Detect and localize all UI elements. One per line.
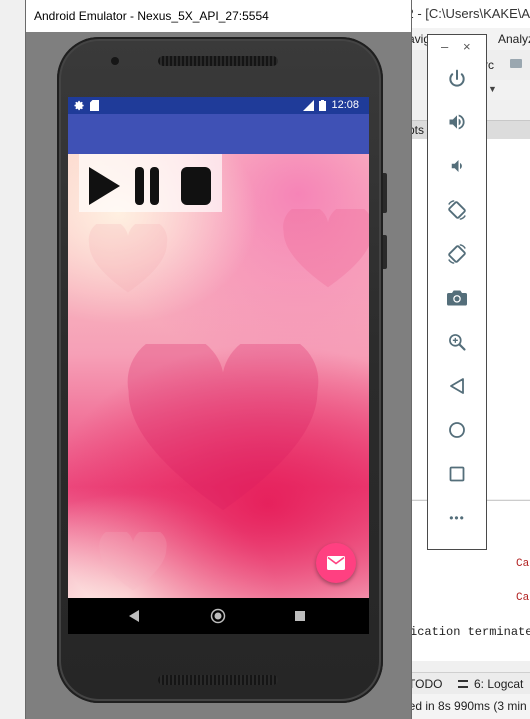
zoom-button[interactable] — [437, 324, 477, 360]
clock: 12:08 — [331, 99, 359, 111]
rotate-right-icon — [448, 244, 466, 264]
background-heart-icon — [88, 224, 168, 293]
background-heart-icon — [99, 532, 167, 591]
ide-tool-tabs: TODO 6: Logcat — [400, 672, 530, 695]
back-triangle-icon — [129, 610, 139, 622]
settings-icon — [74, 100, 84, 111]
close-button[interactable]: × — [463, 39, 471, 54]
nav-overview-button[interactable] — [270, 598, 330, 634]
app-toolbar — [68, 114, 369, 154]
side-volume-button — [383, 235, 387, 269]
back-button[interactable] — [437, 368, 477, 404]
overview-icon — [449, 466, 465, 482]
emulator-toolbar: – × ••• — [427, 34, 487, 550]
power-button[interactable] — [437, 61, 477, 97]
android-status-bar: 12:08 — [68, 97, 369, 114]
dropdown-arrow-icon[interactable]: ▼ — [488, 84, 497, 94]
more-icon: ••• — [449, 511, 465, 525]
overview-button[interactable] — [437, 456, 477, 492]
emulator-title: Android Emulator - Nexus_5X_API_27:5554 — [34, 9, 269, 23]
signal-icon — [303, 100, 315, 111]
build-status-text: hed in 8s 990ms (3 min — [402, 699, 527, 713]
play-icon[interactable] — [87, 166, 121, 206]
app-content — [68, 154, 369, 598]
emulator-window: Android Emulator - Nexus_5X_API_27:5554 … — [25, 0, 412, 719]
android-navigation-bar — [68, 598, 369, 634]
home-icon — [449, 422, 465, 438]
sd-card-icon — [90, 100, 99, 111]
mail-fab-button[interactable] — [316, 543, 356, 583]
menu-analyze[interactable]: Analyz — [498, 28, 530, 50]
home-circle-icon — [210, 608, 226, 624]
more-button[interactable]: ••• — [437, 500, 477, 536]
tab-todo[interactable]: TODO — [408, 673, 442, 695]
folder-icon — [510, 59, 522, 68]
ide-title-text: s2 - [C:\Users\KAKE\An — [400, 6, 530, 21]
rotate-left-icon — [448, 200, 466, 220]
top-speaker — [158, 56, 278, 66]
pause-icon[interactable] — [133, 166, 161, 206]
back-icon — [450, 378, 464, 394]
camera-icon — [447, 290, 467, 306]
overview-square-icon — [295, 611, 305, 621]
ide-title: s2 - [C:\Users\KAKE\An — [400, 0, 530, 28]
background-heart-icon — [127, 344, 319, 511]
background-heart-icon — [283, 209, 369, 288]
volume-up-button[interactable] — [437, 104, 477, 140]
screenshot-button[interactable] — [437, 280, 477, 316]
media-controls — [79, 154, 222, 212]
device-frame: 12:08 — [57, 37, 387, 703]
zoom-icon — [449, 334, 466, 351]
device-screen[interactable]: 12:08 — [68, 97, 369, 634]
home-button[interactable] — [437, 412, 477, 448]
side-power-button — [383, 173, 387, 213]
rotate-right-button[interactable] — [437, 236, 477, 272]
log-line: Ca — [516, 558, 530, 570]
ide-status-message: hed in 8s 990ms (3 min — [400, 694, 530, 719]
mail-icon — [327, 556, 345, 570]
tab-logcat[interactable]: 6: Logcat — [474, 673, 523, 695]
rotate-left-button[interactable] — [437, 192, 477, 228]
log-line: ication terminated — [410, 625, 530, 639]
minimize-button[interactable]: – — [441, 39, 448, 54]
nav-home-button[interactable] — [188, 598, 248, 634]
log-line: Ca — [516, 592, 530, 604]
emulator-titlebar[interactable]: Android Emulator - Nexus_5X_API_27:5554 — [26, 0, 411, 32]
volume-down-icon — [451, 160, 462, 172]
front-camera — [111, 57, 119, 65]
volume-down-button[interactable] — [437, 148, 477, 184]
nav-back-button[interactable] — [104, 598, 164, 634]
bottom-speaker — [158, 675, 278, 685]
stop-icon[interactable] — [179, 166, 213, 206]
power-icon — [449, 69, 465, 87]
volume-up-icon — [449, 114, 465, 130]
logcat-icon — [458, 680, 468, 688]
battery-icon — [319, 100, 327, 111]
